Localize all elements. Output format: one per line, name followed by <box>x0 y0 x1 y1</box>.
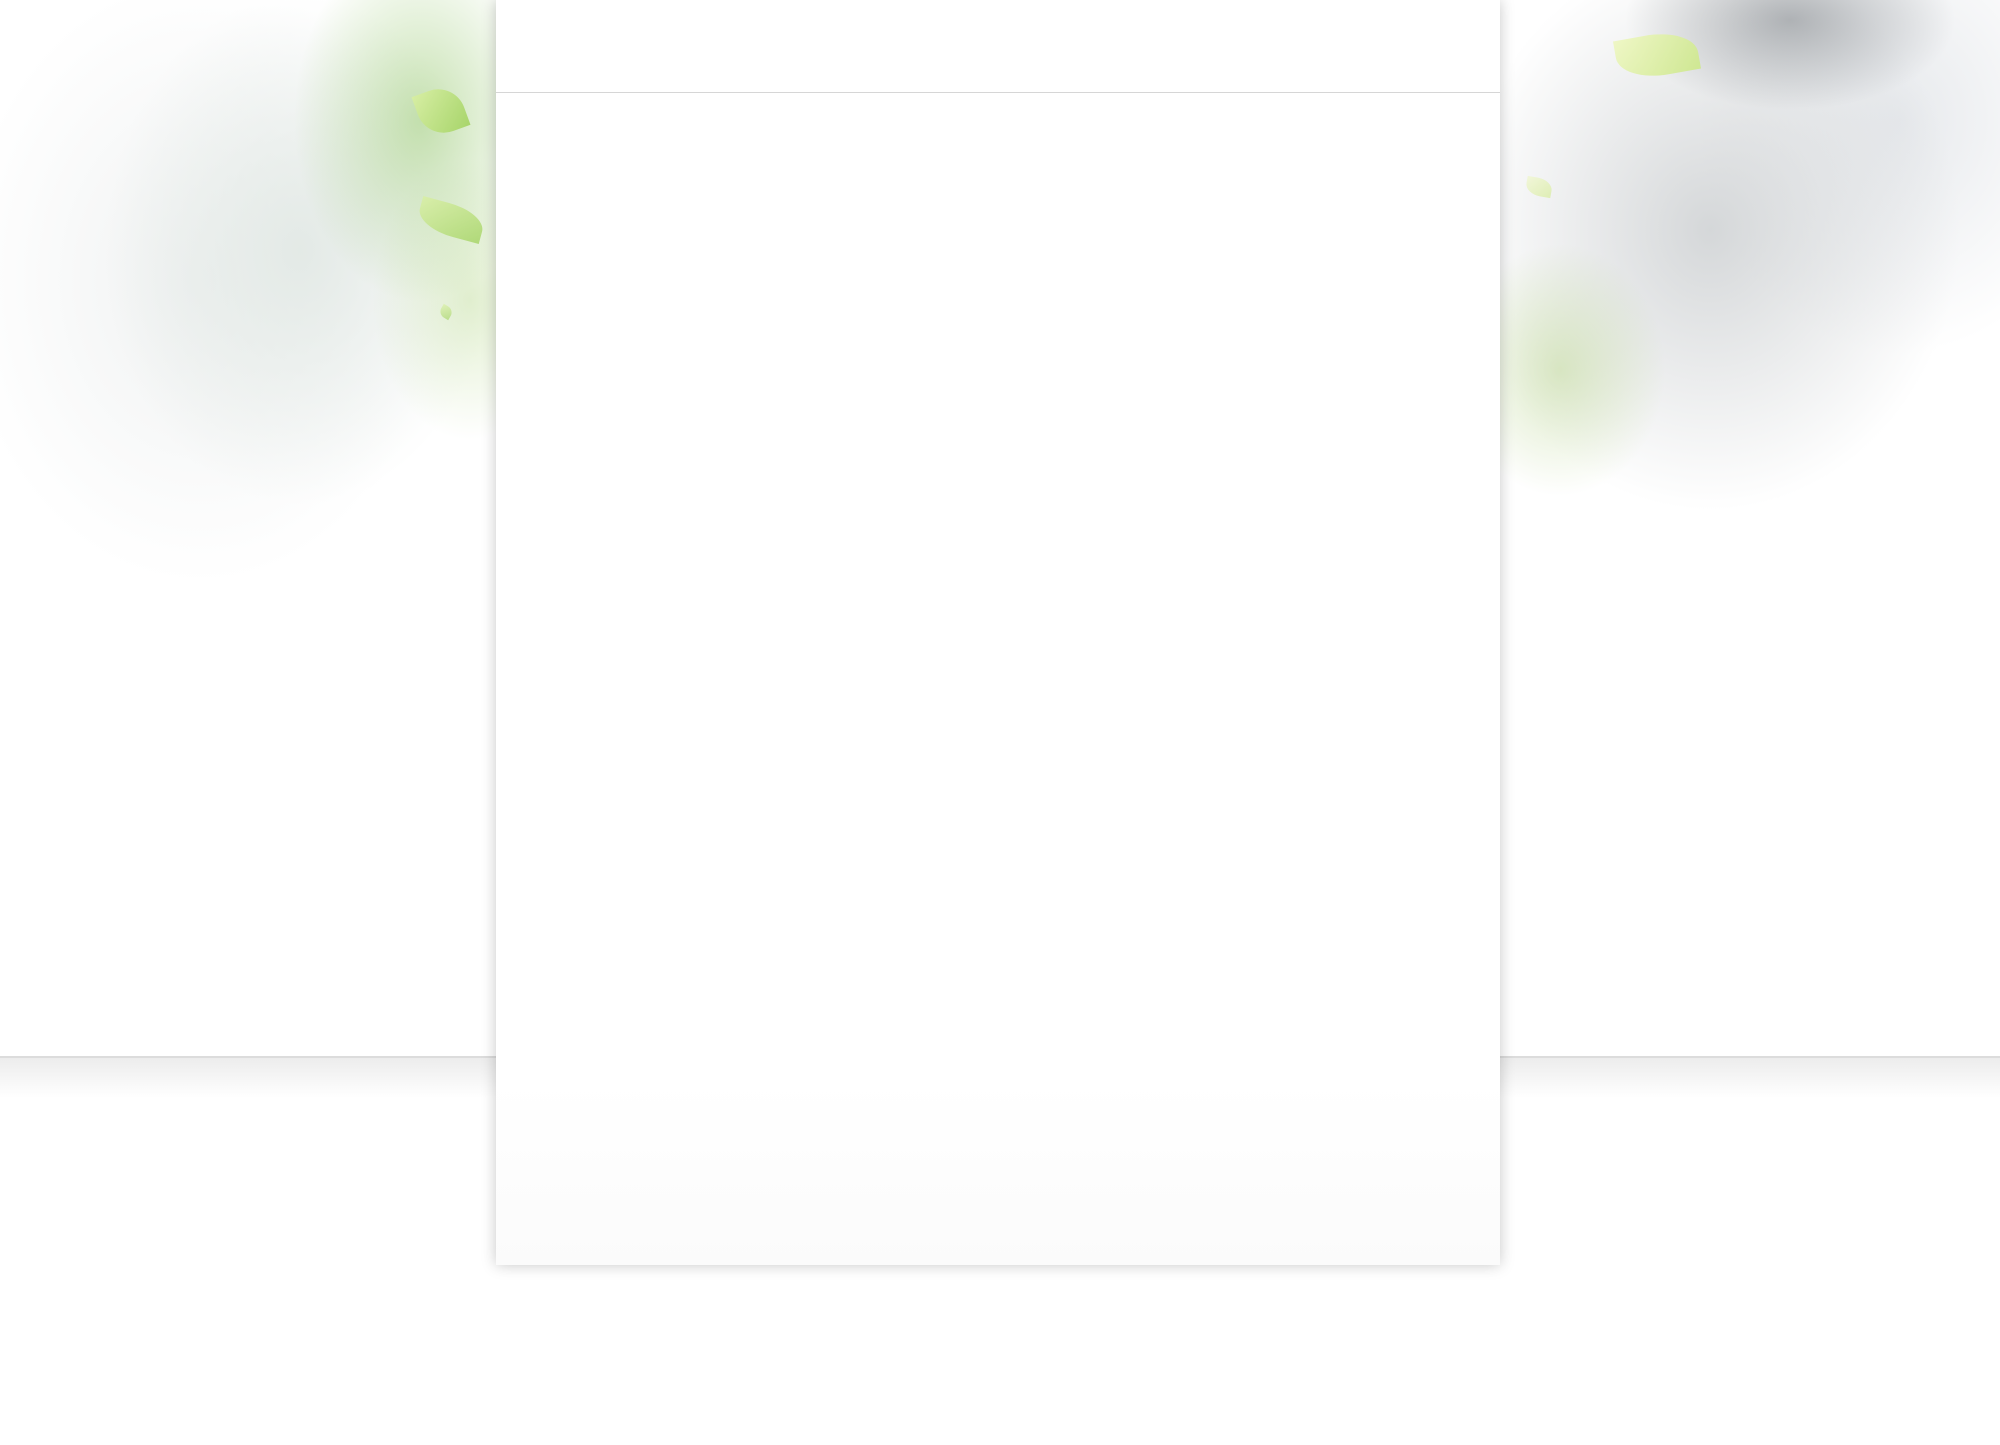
panel-body <box>496 93 1500 1093</box>
panel-footer <box>496 1080 1500 1265</box>
content-panel <box>496 0 1500 1265</box>
panel-header <box>496 0 1500 93</box>
page-root <box>0 0 2000 1445</box>
right-background-image <box>1480 0 2000 600</box>
